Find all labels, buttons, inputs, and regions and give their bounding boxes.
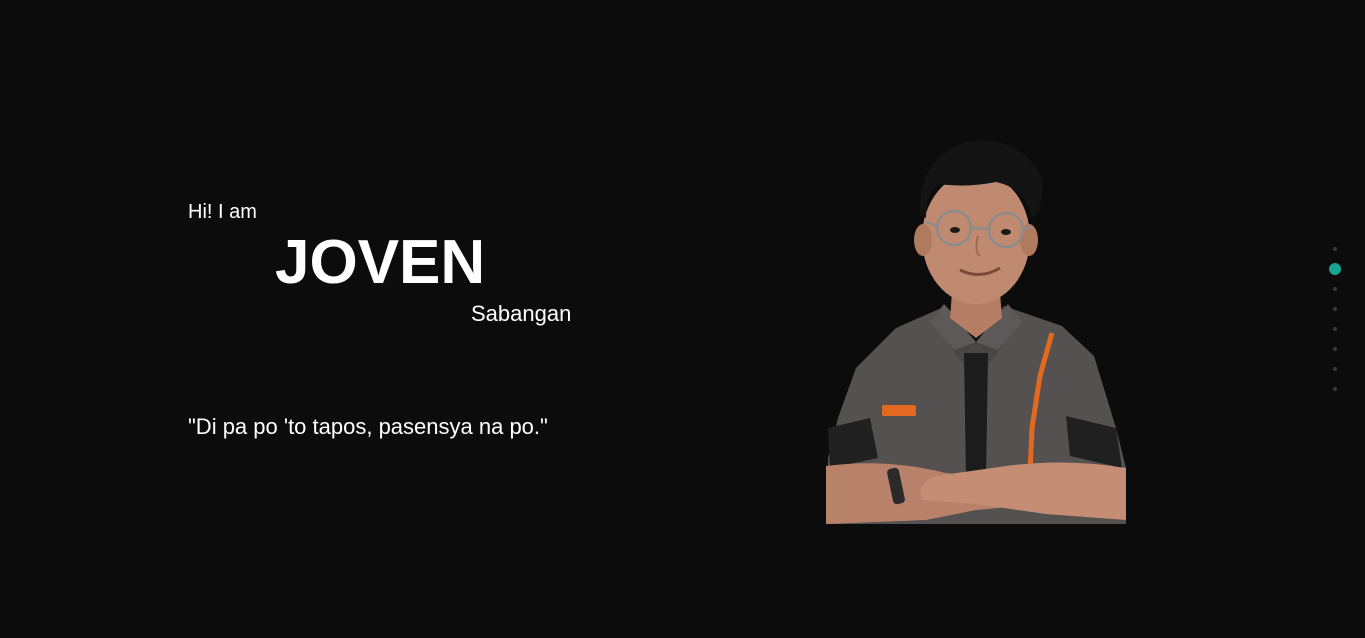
quote-text: "Di pa po 'to tapos, pasensya na po." — [188, 414, 548, 439]
section-dot-4[interactable] — [1333, 307, 1337, 311]
section-dot-6[interactable] — [1333, 347, 1337, 351]
profile-portrait-image — [826, 140, 1126, 524]
greeting-text: Hi! I am — [188, 201, 257, 223]
section-dot-1[interactable] — [1333, 247, 1337, 251]
section-dot-7[interactable] — [1333, 367, 1337, 371]
last-name-text: Sabangan — [471, 301, 572, 326]
hero-page: Hi! I am JOVEN Sabangan "Di pa po 'to ta… — [0, 0, 1365, 638]
section-dot-navigation — [1327, 243, 1343, 395]
section-dot-3[interactable] — [1333, 287, 1337, 291]
section-dot-8[interactable] — [1333, 387, 1337, 391]
first-name-heading: JOVEN — [275, 228, 486, 297]
section-dot-5[interactable] — [1333, 327, 1337, 331]
section-dot-2-active[interactable] — [1329, 263, 1341, 275]
